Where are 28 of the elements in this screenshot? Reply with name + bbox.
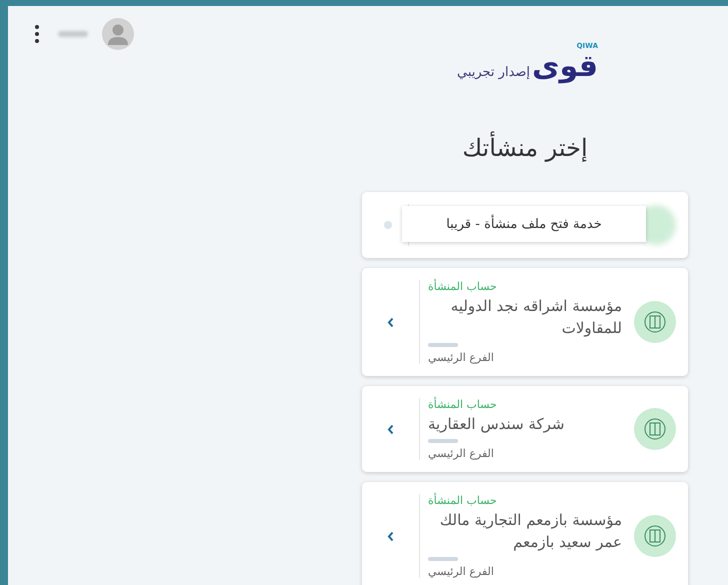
- establishment-name: شركة سندس العقارية: [428, 414, 564, 435]
- tooltip: خدمة فتح ملف منشأة - قريبا: [402, 206, 646, 242]
- establishment-name: مؤسسة بازمعم التجارية مالك عمر سعيد بازمعم: [438, 510, 622, 553]
- building-icon: [634, 515, 676, 557]
- logo-subtitle: إصدار تجريبي: [456, 65, 530, 82]
- establishment-card[interactable]: حساب المنشأة مؤسسة بازمعم التجارية مالك عمر سعيد بازمعم الفرع الرئيسي: [362, 482, 688, 585]
- account-label: حساب المنشأة: [428, 280, 497, 293]
- building-icon: [634, 408, 676, 450]
- establishment-name: مؤسسة اشراقه نجد الدوليه للمقاولات: [450, 296, 622, 339]
- branch-label: الفرع الرئيسي: [428, 447, 494, 460]
- more-menu-icon[interactable]: [34, 24, 40, 44]
- establishment-card[interactable]: حساب المنشأة شركة سندس العقارية الفرع الرئيسي: [362, 386, 688, 472]
- blurred-chevron-icon: [384, 221, 392, 229]
- building-icon: [634, 301, 676, 343]
- logo-text: قوى: [532, 50, 598, 84]
- establishment-card[interactable]: حساب المنشأة مؤسسة اشراقه نجد الدوليه للمقاولات الفرع الرئيسي: [362, 268, 688, 376]
- blurred-user-name: [58, 31, 88, 37]
- account-label: حساب المنشأة: [428, 494, 497, 507]
- chevron-left-icon[interactable]: [387, 316, 394, 328]
- establishment-card[interactable]: خدمة فتح ملف منشأة - قريبا: [362, 192, 688, 258]
- blurred-number: [428, 557, 458, 561]
- branch-label: الفرع الرئيسي: [428, 565, 494, 578]
- blurred-number: [428, 439, 458, 443]
- branch-label: الفرع الرئيسي: [428, 351, 494, 364]
- account-label: حساب المنشأة: [428, 398, 497, 411]
- chevron-left-icon[interactable]: [387, 530, 394, 542]
- blurred-number: [428, 343, 458, 347]
- chevron-left-icon[interactable]: [387, 424, 394, 434]
